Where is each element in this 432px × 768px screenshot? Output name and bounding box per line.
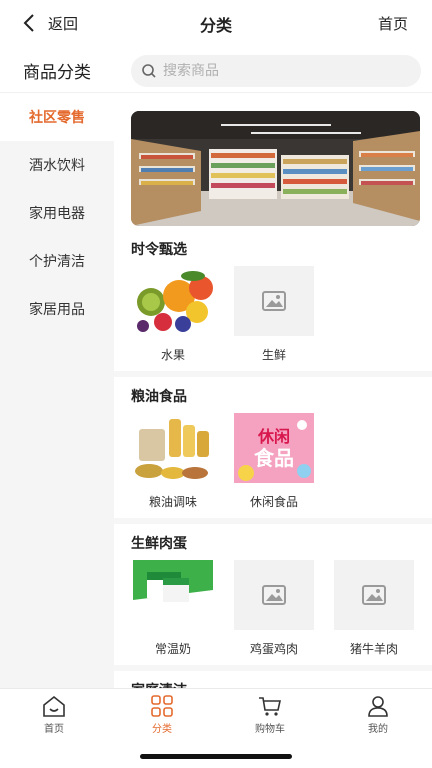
fruit-image [133,266,213,336]
category-label: 生鲜 [261,348,286,362]
section-title-grain-oil: 粮油食品 [131,389,187,405]
tab-label: 首页 [44,724,64,735]
user-icon [368,696,388,717]
image-placeholder-icon [334,560,414,630]
store-interior-image [131,111,420,226]
tab-home[interactable]: 首页 [0,689,108,738]
home-link[interactable]: 首页 [378,13,408,34]
section-divider [114,665,432,671]
category-tile-grain-oil[interactable]: 粮油调味 [133,413,213,510]
section-title-seasonal: 时令甄选 [131,242,187,258]
sidebar-item-appliances[interactable]: 家用电器 [0,189,114,237]
sidebar-item-drinks[interactable]: 酒水饮料 [0,141,114,189]
search-icon [142,64,156,78]
snack-image: 休闲 食品 [234,413,314,483]
store-banner[interactable] [131,111,420,226]
snack-art-line2: 食品 [254,445,294,470]
category-tile-snacks[interactable]: 休闲 食品 休闲食品 [234,413,314,510]
category-label: 常温奶 [154,642,191,656]
home-icon [43,695,65,717]
sidebar-item-home-goods[interactable]: 家居用品 [0,285,114,333]
category-label: 休闲食品 [249,495,298,509]
category-tile-eggs-chicken[interactable]: 鸡蛋鸡肉 [234,560,314,657]
tab-profile[interactable]: 我的 [324,689,432,738]
category-icon [151,695,173,717]
section-title-fresh-meat-eggs: 生鲜肉蛋 [131,536,187,552]
category-label: 水果 [160,348,185,362]
search-box[interactable] [131,55,421,87]
section-divider [114,518,432,524]
category-tile-milk[interactable]: 常温奶 [133,560,213,657]
image-placeholder-icon [234,560,314,630]
sidebar-item-community-retail[interactable]: 社区零售 [0,93,114,141]
category-label: 粮油调味 [148,495,197,509]
category-content: 时令甄选 水果 生鲜 粮油食品 粮油调味 休闲 食品 休闲食品 生鲜肉蛋 常温奶… [114,93,432,688]
sidebar-item-personal-care[interactable]: 个护清洁 [0,237,114,285]
snack-art-line1: 休闲 [257,426,290,446]
tab-label: 购物车 [255,724,285,735]
tab-label: 分类 [152,724,172,735]
section-title-household-cleaning: 家庭清洁 [131,680,187,688]
image-placeholder-icon [234,266,314,336]
bottom-tab-bar: 首页 分类 购物车 我的 [0,688,432,738]
search-input[interactable] [163,63,403,79]
category-tile-fruit[interactable]: 水果 [133,266,213,363]
page-title: 分类 [199,16,232,35]
tab-label: 我的 [368,724,388,735]
section-divider [114,371,432,377]
home-indicator [140,754,292,759]
category-label: 鸡蛋鸡肉 [249,642,298,656]
milk-image [133,560,213,630]
category-sidebar: 社区零售 酒水饮料 家用电器 个护清洁 家居用品 [0,93,114,688]
grain-oil-image [133,413,213,483]
category-tile-meat[interactable]: 猪牛羊肉 [334,560,414,657]
category-heading: 商品分类 [23,63,91,83]
category-tile-fresh[interactable]: 生鲜 [234,266,314,363]
top-bar: 返回 分类 首页 [0,0,432,46]
tab-cart[interactable]: 购物车 [216,689,324,738]
category-label: 猪牛羊肉 [349,642,398,656]
tab-category[interactable]: 分类 [108,689,216,738]
cart-icon [259,697,281,716]
